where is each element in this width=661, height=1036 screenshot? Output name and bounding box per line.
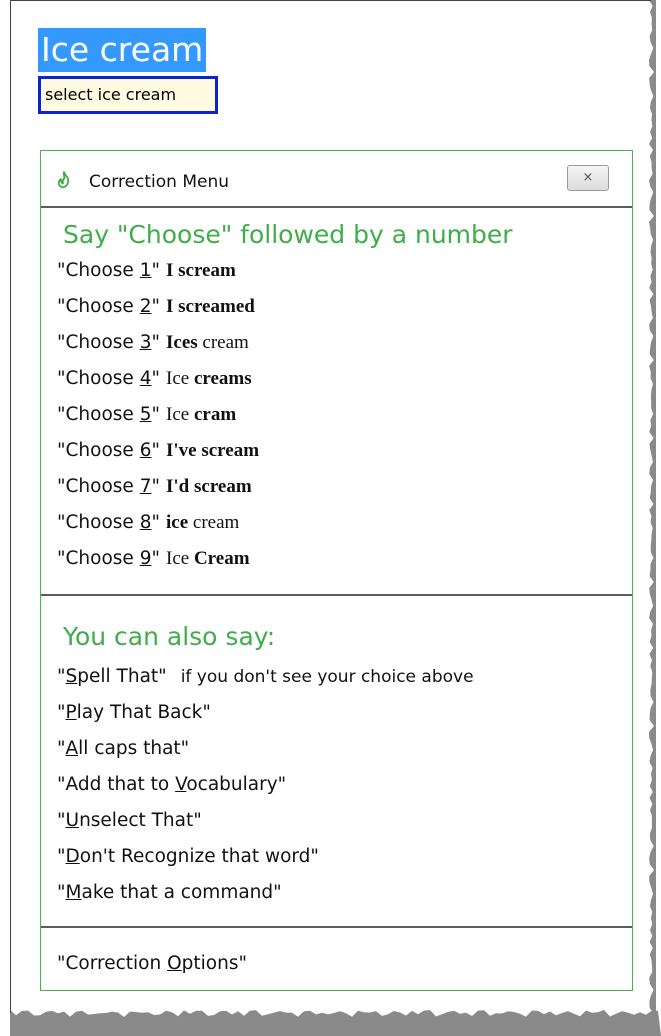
choice-item[interactable]: "Choose 6" I've scream: [57, 433, 259, 469]
separator: [41, 206, 632, 208]
choice-item[interactable]: "Choose 4" Ice creams: [57, 361, 252, 397]
choice-number: 3: [139, 332, 152, 353]
close-icon: ×: [582, 170, 594, 185]
choice-number: 8: [139, 512, 152, 533]
shortcut-letter: P: [65, 702, 77, 723]
choice-text: I'd scream: [166, 476, 252, 497]
choice-number: 6: [139, 440, 152, 461]
choice-item[interactable]: "Choose 1" I scream: [57, 253, 236, 289]
choice-number: 9: [139, 548, 152, 569]
voice-command-item[interactable]: "All caps that": [57, 731, 189, 767]
choice-item[interactable]: "Choose 7" I'd scream: [57, 469, 252, 505]
choice-text: ice cream: [166, 512, 240, 533]
choice-text: I screamed: [166, 296, 255, 317]
choice-number: 7: [139, 476, 152, 497]
shortcut-letter: D: [65, 846, 80, 867]
voice-command-item[interactable]: "Make that a command": [57, 875, 282, 911]
selection-tooltip: select ice cream: [38, 76, 218, 114]
voice-command-item[interactable]: "Spell That" if you don't see your choice…: [57, 659, 474, 695]
voice-command-item[interactable]: "Add that to Vocabulary": [57, 767, 286, 803]
choose-heading: Say "Choose" followed by a number: [63, 220, 513, 249]
choice-text: Ices cream: [166, 332, 249, 353]
correction-menu-title: Correction Menu: [89, 172, 230, 192]
correction-options-item[interactable]: "Correction Options": [57, 946, 247, 982]
command-hint: if you don't see your choice above: [180, 667, 474, 687]
choice-text: Ice cram: [166, 404, 237, 425]
choice-text: I've scream: [166, 440, 260, 461]
choice-text: I scream: [166, 260, 236, 281]
separator: [41, 594, 632, 596]
shortcut-letter: S: [65, 666, 78, 687]
dragon-flame-icon: [57, 171, 70, 189]
choice-item[interactable]: "Choose 2" I screamed: [57, 289, 255, 325]
choice-number: 4: [139, 368, 152, 389]
selected-heading-text[interactable]: Ice cream: [38, 28, 207, 72]
choice-text: Ice Cream: [166, 548, 250, 569]
correction-menu-titlebar: Correction Menu ×: [41, 151, 632, 207]
shortcut-letter: M: [65, 882, 82, 903]
choice-item[interactable]: "Choose 9" Ice Cream: [57, 541, 250, 577]
shortcut-letter: O: [167, 953, 182, 974]
also-say-heading: You can also say:: [63, 622, 276, 651]
voice-command-item[interactable]: "Unselect That": [57, 803, 202, 839]
voice-command-item[interactable]: "Play That Back": [57, 695, 211, 731]
choice-number: 2: [139, 296, 152, 317]
shortcut-letter: U: [65, 810, 80, 831]
separator: [41, 926, 632, 928]
voice-command-item[interactable]: "Don't Recognize that word": [57, 839, 319, 875]
choice-number: 1: [139, 260, 152, 281]
close-button[interactable]: ×: [567, 165, 609, 191]
choice-number: 5: [139, 404, 152, 425]
choice-item[interactable]: "Choose 3" Ices cream: [57, 325, 249, 361]
correction-menu: Correction Menu × Say "Choose" followed …: [40, 150, 633, 991]
shortcut-letter: A: [65, 738, 79, 759]
choice-text: Ice creams: [166, 368, 252, 389]
choice-item[interactable]: "Choose 8" ice cream: [57, 505, 239, 541]
choice-item[interactable]: "Choose 5" Ice cram: [57, 397, 236, 433]
shortcut-letter: V: [175, 774, 187, 795]
